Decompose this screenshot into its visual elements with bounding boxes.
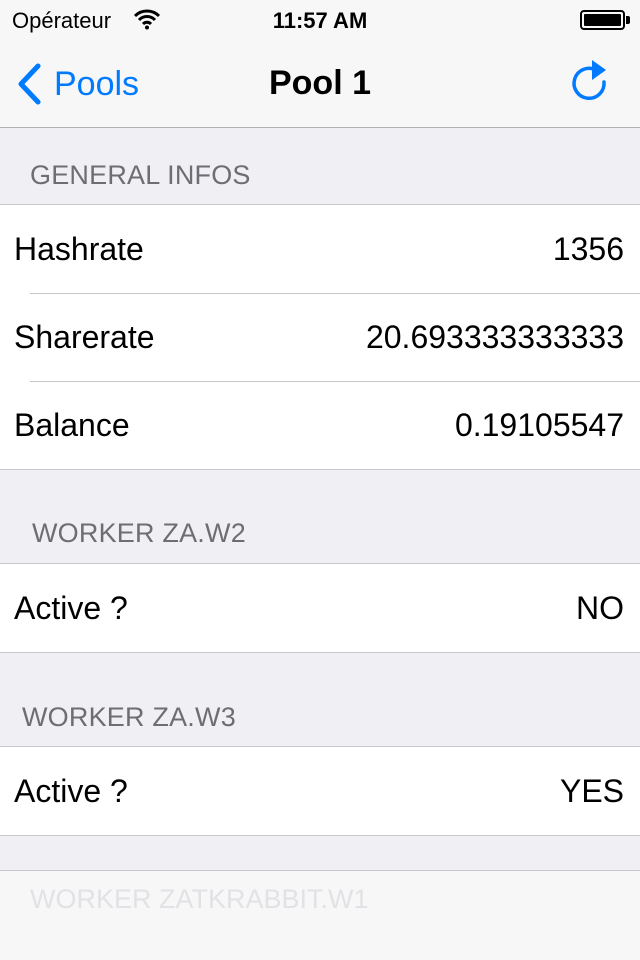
row-value: 1356 [552,230,624,267]
worker-za-w3-group: Active ? YES [0,746,640,836]
section-header-worker-za-w3: WORKER ZA.W3 [22,702,236,732]
battery-icon [580,10,630,30]
row-value: 0.19105547 [454,406,624,443]
row-value: 20.693333333333 [365,318,624,355]
section-header-worker-zatkrabbit-w1: WORKER ZATKRABBIT.W1 [30,884,369,914]
balance-row[interactable]: Balance 0.19105547 [0,381,640,469]
active-row[interactable]: Active ? YES [0,747,640,835]
status-time: 11:57 AM [272,8,368,33]
row-label: Active ? [14,772,128,809]
row-label: Hashrate [14,230,144,267]
active-row[interactable]: Active ? NO [0,564,640,652]
refresh-icon[interactable] [568,58,612,108]
hashrate-row[interactable]: Hashrate 1356 [0,205,640,293]
row-value: YES [559,772,624,809]
section-header-worker-za-w2: WORKER ZA.W2 [32,518,246,548]
row-value: NO [576,589,624,626]
navigation-bar: Pools Pool 1 [0,40,640,128]
row-label: Sharerate [14,318,155,355]
row-label: Active ? [14,589,128,626]
row-label: Balance [14,406,130,443]
section-header-general-infos: GENERAL INFOS [30,160,251,190]
worker-za-w2-group: Active ? NO [0,563,640,653]
page-title: Pool 1 [268,64,372,102]
sharerate-row[interactable]: Sharerate 20.693333333333 [0,293,640,381]
status-bar: Opérateur 11:57 AM [0,0,640,40]
general-infos-group: Hashrate 1356 Sharerate 20.693333333333 … [0,204,640,470]
